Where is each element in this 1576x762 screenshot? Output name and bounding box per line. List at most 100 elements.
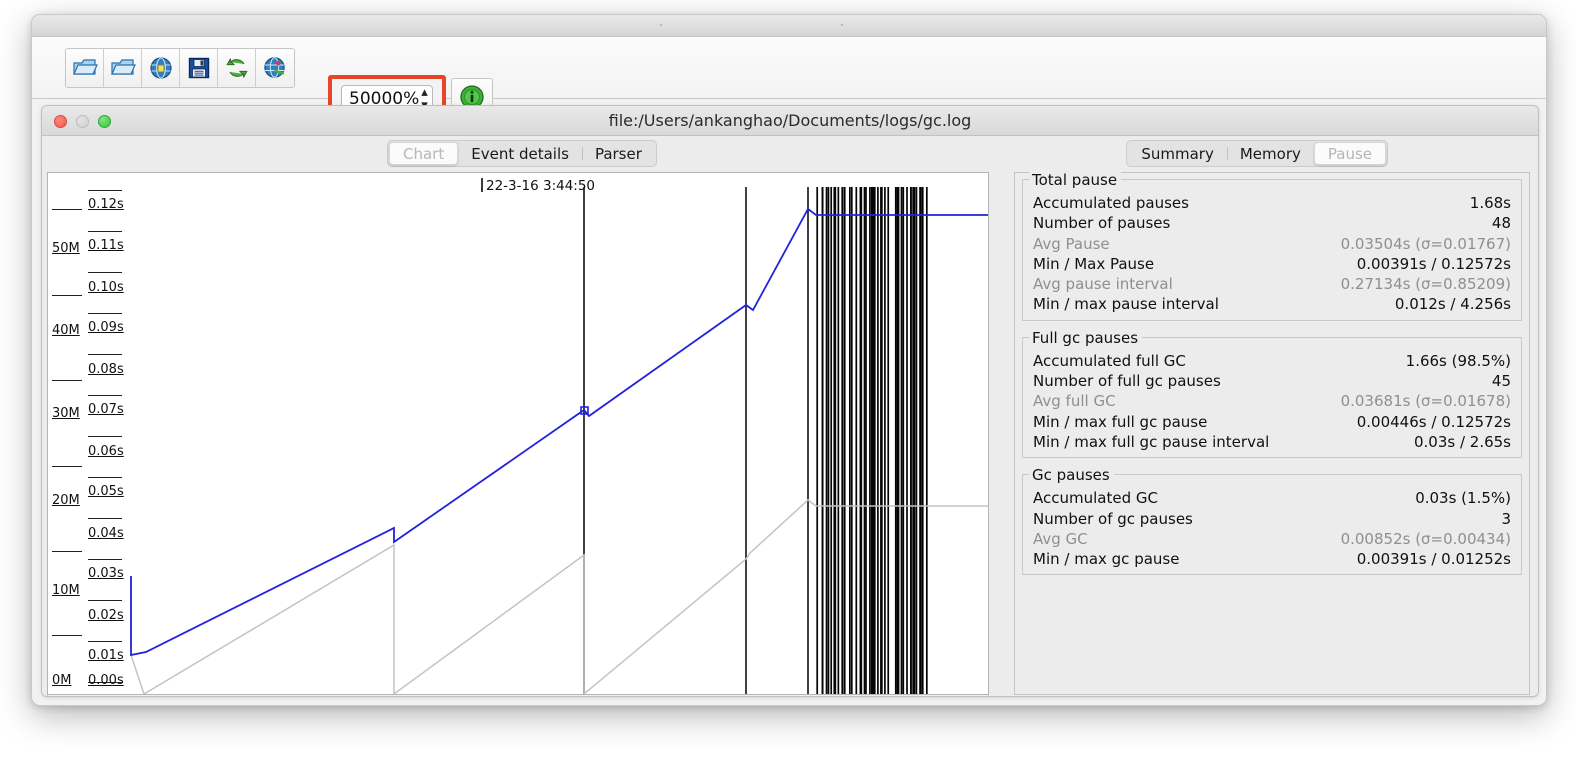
stat-value: 1.66s (98.5%) bbox=[1405, 351, 1511, 370]
toolbar-button-group bbox=[65, 48, 295, 88]
open-folder-series-icon bbox=[110, 57, 136, 79]
time-axis-label: 0.11s bbox=[88, 238, 124, 253]
open-folder-series-button[interactable] bbox=[104, 49, 142, 87]
stat-label: Avg full GC bbox=[1033, 392, 1116, 411]
time-axis-label: 0.08s bbox=[88, 362, 124, 377]
time-tick bbox=[88, 600, 122, 601]
refresh-button[interactable] bbox=[218, 49, 256, 87]
chart-horizontal-scrollbar[interactable] bbox=[47, 695, 989, 696]
tab-chart[interactable]: Chart bbox=[389, 142, 459, 165]
stat-row: Number of gc pauses 3 bbox=[1031, 509, 1513, 529]
toolbar: 50000% ▴ ▾ bbox=[32, 37, 1546, 123]
stat-row: Number of full gc pauses 45 bbox=[1031, 371, 1513, 391]
tab-pause[interactable]: Pause bbox=[1313, 142, 1386, 165]
stat-label: Number of gc pauses bbox=[1033, 509, 1193, 528]
time-axis-label: 0.00s bbox=[88, 673, 124, 688]
time-axis-label: 0.06s bbox=[88, 444, 124, 459]
chart-plot-area[interactable]: 22-3-16 3:44:50 bbox=[126, 173, 988, 694]
stat-value: 0.00391s / 0.01252s bbox=[1356, 550, 1511, 569]
gc-pauses-group: Gc pauses Accumulated GC 0.03s (1.5%) Nu… bbox=[1022, 466, 1522, 576]
memory-tick bbox=[52, 635, 82, 636]
memory-axis-label: 0M bbox=[52, 673, 72, 688]
stat-label: Avg Pause bbox=[1033, 234, 1110, 253]
stat-row: Accumulated GC 0.03s (1.5%) bbox=[1031, 488, 1513, 508]
stat-row: Min / Max Pause 0.00391s / 0.12572s bbox=[1031, 254, 1513, 274]
titlebar-dot bbox=[841, 24, 843, 26]
save-button[interactable] bbox=[180, 49, 218, 87]
full-gc-dense-band bbox=[816, 187, 928, 694]
stat-row: Avg full GC 0.03681s (σ=0.01678) bbox=[1031, 391, 1513, 411]
time-axis-label: 0.07s bbox=[88, 402, 124, 417]
refresh-arrows-icon bbox=[225, 56, 249, 80]
stat-label: Min / max full gc pause interval bbox=[1033, 432, 1270, 451]
time-axis-label: 0.10s bbox=[88, 280, 124, 295]
stat-label: Avg pause interval bbox=[1033, 275, 1173, 294]
gc-event-lines bbox=[583, 187, 809, 694]
stat-value: 0.03504s (σ=0.01767) bbox=[1340, 234, 1511, 253]
stat-value: 45 bbox=[1491, 372, 1511, 391]
time-tick bbox=[88, 641, 122, 642]
used-heap-line bbox=[130, 499, 988, 694]
tab-parser[interactable]: Parser bbox=[581, 142, 655, 165]
tab-chart-label: Chart bbox=[403, 144, 445, 163]
main-content: 50M 40M 30M 20M 10M 0M 0.12s 0.11s 0.10s… bbox=[42, 171, 1538, 696]
stat-row: Min / max gc pause 0.00391s / 0.01252s bbox=[1031, 549, 1513, 569]
full-gc-pauses-legend: Full gc pauses bbox=[1029, 328, 1143, 347]
time-axis-label: 0.01s bbox=[88, 648, 124, 663]
time-axis-label: 0.09s bbox=[88, 320, 124, 335]
stat-row: Accumulated pauses 1.68s bbox=[1031, 193, 1513, 213]
titlebar-dot bbox=[660, 24, 662, 26]
time-tick bbox=[88, 313, 122, 314]
open-folder-icon bbox=[72, 57, 98, 79]
stat-label: Min / max gc pause bbox=[1033, 550, 1180, 569]
stat-value: 0.00852s (σ=0.00434) bbox=[1340, 529, 1511, 548]
time-axis-label: 0.02s bbox=[88, 608, 124, 623]
open-folder-button[interactable] bbox=[66, 49, 104, 87]
total-pause-legend: Total pause bbox=[1029, 171, 1122, 189]
time-axis-label: 0.12s bbox=[88, 197, 124, 212]
stat-value: 0.27134s (σ=0.85209) bbox=[1340, 275, 1511, 294]
memory-axis-label: 20M bbox=[52, 493, 80, 508]
stat-value: 0.012s / 4.256s bbox=[1394, 295, 1511, 314]
stat-row: Avg GC 0.00852s (σ=0.00434) bbox=[1031, 529, 1513, 549]
stat-label: Accumulated full GC bbox=[1033, 351, 1186, 370]
memory-tick bbox=[52, 380, 82, 381]
memory-tick bbox=[52, 209, 82, 210]
watch-button[interactable] bbox=[256, 49, 294, 87]
tab-memory-label: Memory bbox=[1239, 144, 1301, 163]
stat-value: 3 bbox=[1501, 509, 1511, 528]
globe-open-url-icon bbox=[149, 56, 173, 80]
tab-event-details[interactable]: Event details bbox=[458, 142, 582, 165]
time-axis-label: 0.04s bbox=[88, 526, 124, 541]
document-window: file:/Users/ankanghao/Documents/logs/gc.… bbox=[41, 105, 1539, 697]
chart-timestamp-text: 22-3-16 3:44:50 bbox=[486, 178, 596, 194]
chart-svg bbox=[130, 187, 988, 694]
time-tick bbox=[88, 559, 122, 560]
stat-label: Accumulated GC bbox=[1033, 489, 1158, 508]
document-titlebar: file:/Users/ankanghao/Documents/logs/gc.… bbox=[42, 106, 1538, 136]
tab-memory[interactable]: Memory bbox=[1226, 142, 1314, 165]
application-window: 50000% ▴ ▾ bbox=[31, 14, 1547, 706]
stat-label: Number of pauses bbox=[1033, 214, 1171, 233]
tab-parser-label: Parser bbox=[594, 144, 642, 163]
chart-y-axes: 50M 40M 30M 20M 10M 0M 0.12s 0.11s 0.10s… bbox=[48, 173, 126, 694]
open-url-button[interactable] bbox=[142, 49, 180, 87]
stat-value: 0.03s / 2.65s bbox=[1413, 432, 1511, 451]
memory-axis-label: 10M bbox=[52, 583, 80, 598]
total-pause-group: Total pause Accumulated pauses 1.68s Num… bbox=[1022, 171, 1522, 321]
time-tick bbox=[88, 354, 122, 355]
time-tick bbox=[88, 518, 122, 519]
stat-value: 0.00391s / 0.12572s bbox=[1356, 254, 1511, 273]
right-tabbar: Summary Memory Pause bbox=[1126, 140, 1388, 167]
gc-chart-panel[interactable]: 50M 40M 30M 20M 10M 0M 0.12s 0.11s 0.10s… bbox=[47, 172, 989, 695]
time-tick bbox=[88, 436, 122, 437]
memory-axis-label: 50M bbox=[52, 241, 80, 256]
time-tick bbox=[88, 395, 122, 396]
stat-row: Min / max pause interval 0.012s / 4.256s bbox=[1031, 294, 1513, 314]
memory-tick bbox=[52, 551, 82, 552]
stat-row: Min / max full gc pause 0.00446s / 0.125… bbox=[1031, 412, 1513, 432]
save-floppy-icon bbox=[187, 56, 211, 80]
time-tick bbox=[88, 272, 122, 273]
tab-summary[interactable]: Summary bbox=[1128, 142, 1227, 165]
stat-label: Avg GC bbox=[1033, 529, 1088, 548]
